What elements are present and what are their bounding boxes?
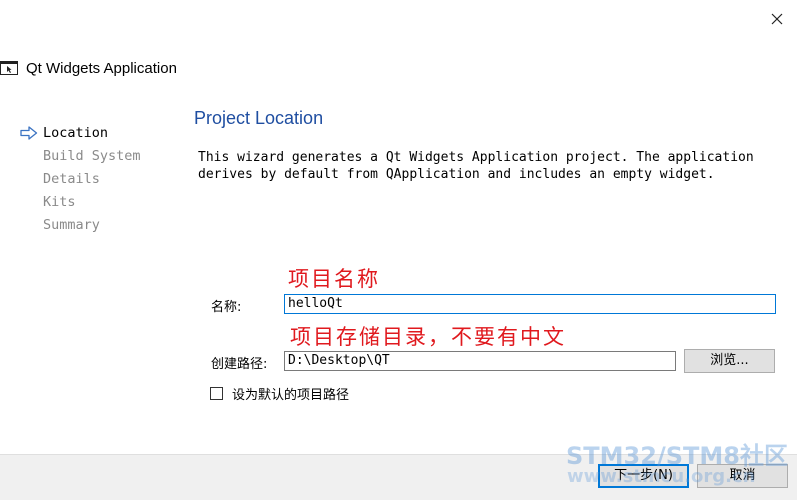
page-description: This wizard generates a Qt Widgets Appli…	[198, 150, 754, 182]
step-label: Build System	[43, 148, 141, 164]
close-icon[interactable]	[766, 8, 788, 30]
default-path-option[interactable]: 设为默认的项目路径	[210, 384, 349, 403]
project-name-input[interactable]: helloQt	[284, 294, 776, 314]
step-build-system: Build System	[20, 148, 141, 171]
wizard-title: Qt Widgets Application	[26, 59, 177, 77]
step-summary: Summary	[20, 217, 141, 240]
name-label: 名称:	[211, 300, 242, 315]
step-label: Details	[43, 171, 100, 187]
step-label: Location	[43, 125, 109, 141]
project-path-input[interactable]: D:\Desktop\QT	[284, 351, 676, 371]
annotation-project-name: 项目名称	[288, 267, 380, 291]
step-label: Kits	[43, 194, 76, 210]
watermark-url: www.stmcu.org.cn	[567, 466, 756, 487]
browse-button[interactable]: 浏览...	[684, 349, 775, 373]
page-title: Project Location	[194, 108, 324, 128]
step-kits: Kits	[20, 194, 141, 217]
path-label: 创建路径:	[211, 357, 268, 372]
wizard-header: Qt Widgets Application	[0, 58, 177, 78]
wizard-steps: Location Build System Details Kits Summa…	[20, 125, 141, 240]
current-step-arrow-icon	[20, 126, 38, 140]
step-label: Summary	[43, 217, 100, 233]
default-path-label: 设为默认的项目路径	[232, 388, 350, 403]
step-location: Location	[20, 125, 141, 148]
app-window-icon	[0, 61, 18, 75]
default-path-checkbox[interactable]	[210, 387, 223, 400]
annotation-project-path: 项目存储目录，不要有中文	[290, 325, 566, 349]
step-details: Details	[20, 171, 141, 194]
